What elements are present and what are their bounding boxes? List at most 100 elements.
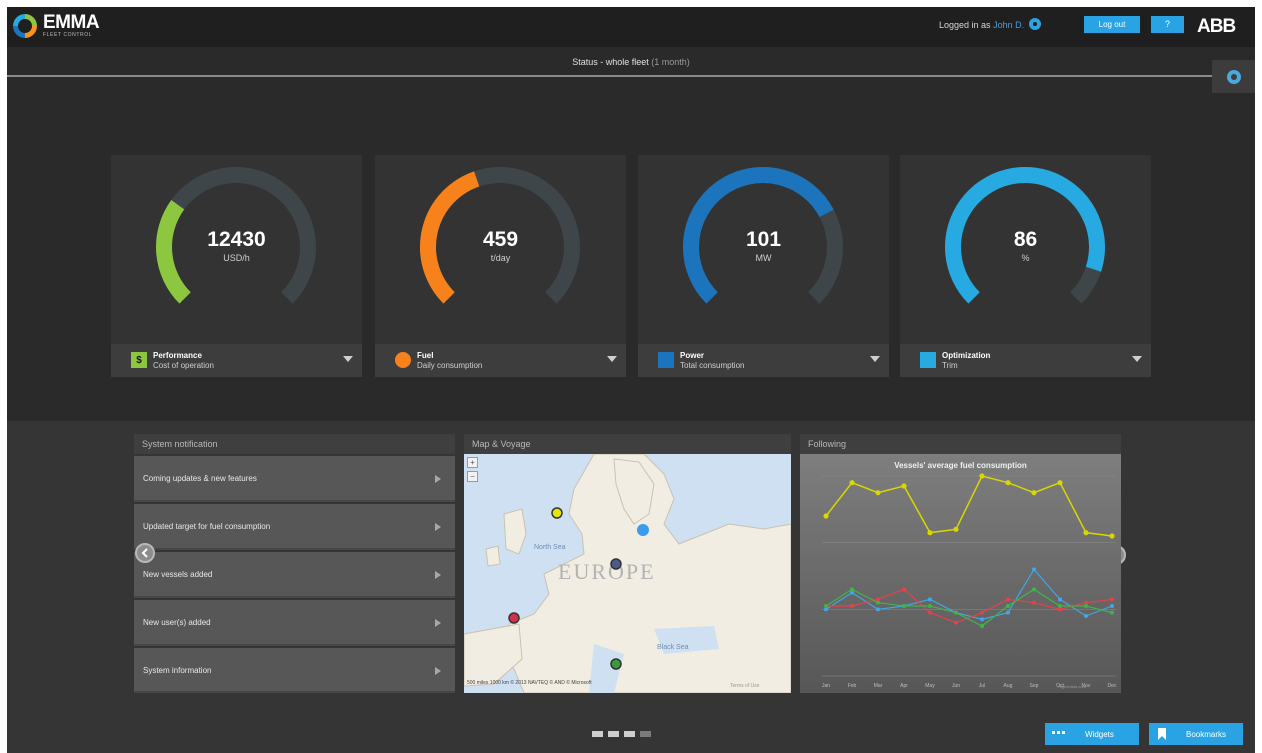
series-point xyxy=(902,604,906,608)
series-point xyxy=(1032,600,1036,605)
login-prefix: Logged in as xyxy=(939,20,991,30)
card-subtitle: Trim xyxy=(942,361,958,370)
notification-item[interactable]: New vessels added xyxy=(134,552,455,598)
notification-label: Coming updates & new features xyxy=(143,474,257,483)
vessel-marker xyxy=(637,524,649,536)
card-title: Power xyxy=(680,351,705,360)
notification-item[interactable]: Updated target for fuel consumption xyxy=(134,504,455,550)
series-line xyxy=(825,568,1113,620)
map-view[interactable]: + − North Sea EUROPE Black Sea 500 miles… xyxy=(464,454,791,693)
card-footer[interactable]: Fuel Daily consumption xyxy=(375,344,626,377)
x-tick-label: Feb xyxy=(848,683,857,689)
user-settings-icon[interactable] xyxy=(1029,18,1041,30)
card-footer[interactable]: Optimization Trim xyxy=(900,344,1151,377)
series-point xyxy=(1006,597,1010,602)
app-name: EMMA xyxy=(43,12,100,33)
x-tick-label: Sep xyxy=(1030,683,1039,689)
notification-label: New user(s) added xyxy=(143,618,211,627)
gauge-value: 12430 xyxy=(207,228,266,251)
series-point xyxy=(901,483,907,489)
series-point xyxy=(1058,604,1062,608)
user-name-link[interactable]: John D. xyxy=(993,20,1024,30)
card-footer[interactable]: Power Total consumption xyxy=(638,344,889,377)
map-scale-credits: 500 miles 1000 km © 2013 NAVTEQ © AND © … xyxy=(467,680,592,686)
series-point xyxy=(1058,597,1062,602)
dropdown-arrow-icon[interactable] xyxy=(870,356,880,362)
series-point xyxy=(1110,597,1114,602)
series-point xyxy=(1084,614,1088,618)
top-bar: EMMA FLEET CONTROL Logged in as John D. … xyxy=(7,7,1255,47)
widgets-button[interactable]: Widgets xyxy=(1045,723,1139,745)
series-point xyxy=(876,600,880,605)
x-tick-label: Dec xyxy=(1108,683,1117,689)
fuel-icon xyxy=(395,352,411,368)
x-tick-label: Jun xyxy=(952,683,960,689)
logo-ring-icon xyxy=(13,13,37,38)
dashboard-settings-button[interactable] xyxy=(1212,60,1255,93)
chevron-right-icon xyxy=(435,475,441,483)
following-panel: Following Vessels' average fuel consumpt… xyxy=(800,434,1121,693)
page-dot[interactable] xyxy=(608,731,619,737)
gauge-card-performance[interactable]: 12430 USD/h $ Performance Cost of operat… xyxy=(111,155,362,377)
series-point xyxy=(1109,533,1115,539)
x-tick-label: May xyxy=(925,683,935,689)
series-point xyxy=(980,610,984,615)
map-terms-link[interactable]: Terms of Use xyxy=(730,683,759,689)
brand-logo: ABB xyxy=(1197,16,1236,37)
card-subtitle: Daily consumption xyxy=(417,361,483,370)
page-dot[interactable] xyxy=(640,731,651,737)
carousel-prev-button[interactable] xyxy=(135,543,155,563)
series-point xyxy=(823,513,829,519)
gauge-card-optimization[interactable]: 86 % Optimization Trim xyxy=(900,155,1151,377)
status-divider xyxy=(7,75,1212,77)
series-point xyxy=(954,620,958,625)
app-logo[interactable]: EMMA FLEET CONTROL xyxy=(13,12,100,38)
grid-dots-icon xyxy=(1052,731,1065,734)
notification-item[interactable]: Coming updates & new features xyxy=(134,456,455,502)
series-point xyxy=(1083,530,1089,536)
dropdown-arrow-icon[interactable] xyxy=(607,356,617,362)
series-point xyxy=(1006,604,1010,608)
gauge-unit: USD/h xyxy=(223,253,250,263)
notification-item[interactable]: System information xyxy=(134,648,455,693)
chevron-right-icon xyxy=(435,667,441,675)
panel-title: Following xyxy=(800,434,1121,454)
vessel-marker xyxy=(508,612,520,624)
card-footer[interactable]: $ Performance Cost of operation xyxy=(111,344,362,377)
gauge-value: 101 xyxy=(745,228,782,251)
gear-icon xyxy=(1226,69,1241,84)
card-subtitle: Total consumption xyxy=(680,361,745,370)
vessel-markers xyxy=(508,507,649,670)
page-dot[interactable] xyxy=(624,731,635,737)
dropdown-arrow-icon[interactable] xyxy=(343,356,353,362)
vessel-marker xyxy=(610,558,622,570)
series-point xyxy=(1057,480,1063,486)
vessel-marker xyxy=(610,658,622,670)
x-tick-label: Jan xyxy=(822,683,830,689)
chart-credit: Highcharts.com xyxy=(1058,684,1086,689)
series-point xyxy=(1110,610,1114,615)
fuel-chart: Vessels' average fuel consumption Jan Feb… xyxy=(800,454,1121,693)
x-tick-label: Jul xyxy=(979,683,985,689)
app-tagline: FLEET CONTROL xyxy=(43,32,93,38)
status-period[interactable]: (1 month) xyxy=(651,57,690,67)
notification-label: Updated target for fuel consumption xyxy=(143,522,271,531)
gauge-value: 86 xyxy=(1013,228,1038,251)
series-point xyxy=(1110,604,1114,608)
logout-button[interactable]: Log out xyxy=(1084,16,1140,33)
gauge-unit: % xyxy=(1021,253,1030,263)
notification-item[interactable]: New user(s) added xyxy=(134,600,455,646)
panel-title: Map & Voyage xyxy=(464,434,791,454)
bookmarks-button[interactable]: Bookmarks xyxy=(1149,723,1243,745)
dropdown-arrow-icon[interactable] xyxy=(1132,356,1142,362)
series-point xyxy=(928,604,932,608)
power-icon xyxy=(658,352,674,368)
page-dot[interactable] xyxy=(592,731,603,737)
gauge-card-power[interactable]: 101 MW Power Total consumption xyxy=(638,155,889,377)
card-subtitle: Cost of operation xyxy=(153,361,214,370)
series-point xyxy=(980,617,984,622)
series-point xyxy=(1031,490,1037,496)
gauge-card-fuel[interactable]: 459 t/day Fuel Daily consumption xyxy=(375,155,626,377)
help-button[interactable]: ? xyxy=(1151,16,1184,33)
bookmarks-label: Bookmarks xyxy=(1186,730,1227,739)
